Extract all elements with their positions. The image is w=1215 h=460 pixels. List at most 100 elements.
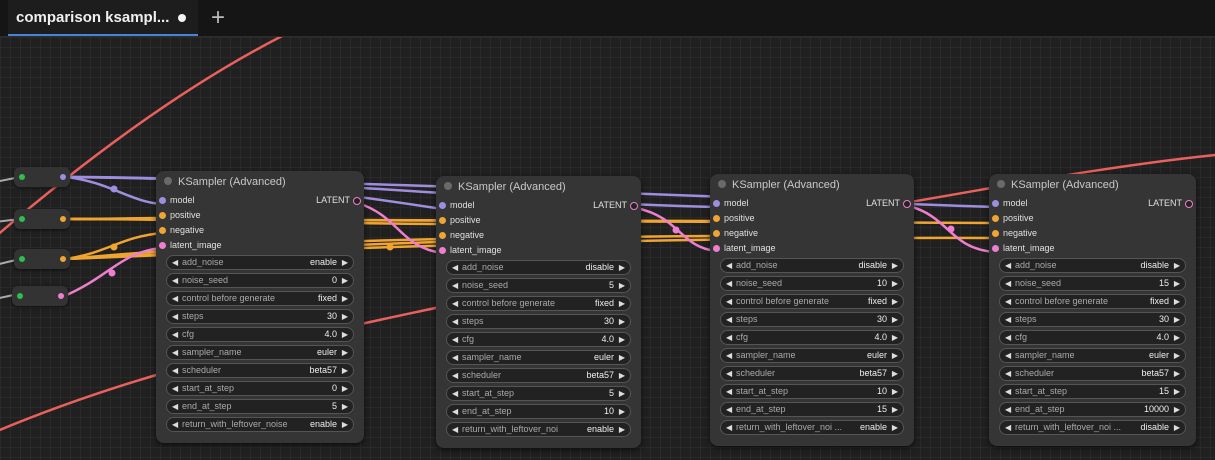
widget-noise-seed[interactable]: ◀ noise_seed 5 ▶ [446,278,631,293]
reroute-output-icon[interactable] [60,256,66,262]
widget-return-with-leftover-noise[interactable]: ◀ return_with_leftover_noise enable ▶ [166,417,354,432]
increment-arrow-icon[interactable]: ▶ [619,405,625,418]
increment-arrow-icon[interactable]: ▶ [619,423,625,436]
widget-start-at-step[interactable]: ◀ start_at_step 0 ▶ [166,381,354,396]
decrement-arrow-icon[interactable]: ◀ [452,315,458,328]
increment-arrow-icon[interactable]: ▶ [1174,313,1180,326]
negative-pin-icon[interactable] [439,232,446,239]
decrement-arrow-icon[interactable]: ◀ [172,256,178,269]
increment-arrow-icon[interactable]: ▶ [1174,403,1180,416]
increment-arrow-icon[interactable]: ▶ [619,261,625,274]
decrement-arrow-icon[interactable]: ◀ [172,400,178,413]
widget-scheduler[interactable]: ◀ scheduler beta57 ▶ [446,368,631,383]
widget-control-before-generate[interactable]: ◀ control before generate fixed ▶ [999,294,1186,309]
widget-control-before-generate[interactable]: ◀ control before generate fixed ▶ [720,294,904,309]
decrement-arrow-icon[interactable]: ◀ [726,313,732,326]
increment-arrow-icon[interactable]: ▶ [342,418,348,431]
latent-output-pin-icon[interactable] [903,200,911,208]
reroute-input-icon[interactable] [17,293,23,299]
collapse-dot-icon[interactable] [718,180,726,188]
increment-arrow-icon[interactable]: ▶ [619,351,625,364]
reroute-latent[interactable] [12,286,68,306]
widget-return-with-leftover-noise[interactable]: ◀ return_with_leftover_noi enable ▶ [446,422,631,437]
input-positive[interactable]: positive [436,213,481,228]
decrement-arrow-icon[interactable]: ◀ [726,367,732,380]
widget-sampler-name[interactable]: ◀ sampler_name euler ▶ [166,345,354,360]
increment-arrow-icon[interactable]: ▶ [892,277,898,290]
increment-arrow-icon[interactable]: ▶ [1174,331,1180,344]
positive-pin-icon[interactable] [713,215,720,222]
latent-pin-icon[interactable] [439,247,446,254]
positive-pin-icon[interactable] [992,215,999,222]
node-title-bar[interactable]: KSampler (Advanced) [989,174,1196,196]
decrement-arrow-icon[interactable]: ◀ [726,385,732,398]
reroute-output-icon[interactable] [60,174,66,180]
increment-arrow-icon[interactable]: ▶ [1174,277,1180,290]
increment-arrow-icon[interactable]: ▶ [892,259,898,272]
increment-arrow-icon[interactable]: ▶ [892,349,898,362]
widget-end-at-step[interactable]: ◀ end_at_step 10000 ▶ [999,402,1186,417]
decrement-arrow-icon[interactable]: ◀ [1005,313,1011,326]
reroute-positive[interactable] [14,209,70,229]
output-latent[interactable]: LATENT [316,193,364,208]
model-pin-icon[interactable] [992,200,999,207]
decrement-arrow-icon[interactable]: ◀ [726,403,732,416]
widget-cfg[interactable]: ◀ cfg 4.0 ▶ [166,327,354,342]
reroute-input-icon[interactable] [19,216,25,222]
decrement-arrow-icon[interactable]: ◀ [1005,295,1011,308]
workflow-tab[interactable]: comparison ksampl... [8,0,198,36]
decrement-arrow-icon[interactable]: ◀ [452,279,458,292]
reroute-input-icon[interactable] [19,174,25,180]
input-model[interactable]: model [436,198,475,213]
widget-scheduler[interactable]: ◀ scheduler beta57 ▶ [720,366,904,381]
increment-arrow-icon[interactable]: ▶ [892,313,898,326]
increment-arrow-icon[interactable]: ▶ [619,333,625,346]
input-latent-image[interactable]: latent_image [989,241,1055,256]
decrement-arrow-icon[interactable]: ◀ [1005,259,1011,272]
widget-noise-seed[interactable]: ◀ noise_seed 15 ▶ [999,276,1186,291]
widget-add-noise[interactable]: ◀ add_noise disable ▶ [999,258,1186,273]
negative-pin-icon[interactable] [713,230,720,237]
reroute-input-icon[interactable] [19,256,25,262]
node-title-bar[interactable]: KSampler (Advanced) [156,171,364,193]
decrement-arrow-icon[interactable]: ◀ [172,346,178,359]
input-model[interactable]: model [710,196,749,211]
decrement-arrow-icon[interactable]: ◀ [726,331,732,344]
reroute-negative[interactable] [14,249,70,269]
ksampler-node-2[interactable]: KSampler (Advanced) model positive negat… [436,176,641,448]
increment-arrow-icon[interactable]: ▶ [892,421,898,434]
increment-arrow-icon[interactable]: ▶ [619,279,625,292]
input-negative[interactable]: negative [989,226,1037,241]
decrement-arrow-icon[interactable]: ◀ [726,277,732,290]
negative-pin-icon[interactable] [159,227,166,234]
widget-start-at-step[interactable]: ◀ start_at_step 5 ▶ [446,386,631,401]
decrement-arrow-icon[interactable]: ◀ [172,310,178,323]
reroute-output-icon[interactable] [60,216,66,222]
increment-arrow-icon[interactable]: ▶ [1174,385,1180,398]
graph-canvas[interactable]: KSampler (Advanced) model positive negat… [0,37,1215,460]
decrement-arrow-icon[interactable]: ◀ [452,387,458,400]
decrement-arrow-icon[interactable]: ◀ [1005,403,1011,416]
increment-arrow-icon[interactable]: ▶ [342,274,348,287]
input-model[interactable]: model [989,196,1028,211]
decrement-arrow-icon[interactable]: ◀ [726,295,732,308]
increment-arrow-icon[interactable]: ▶ [1174,421,1180,434]
increment-arrow-icon[interactable]: ▶ [892,403,898,416]
increment-arrow-icon[interactable]: ▶ [892,367,898,380]
ksampler-node-3[interactable]: KSampler (Advanced) model positive negat… [710,174,914,446]
increment-arrow-icon[interactable]: ▶ [342,256,348,269]
increment-arrow-icon[interactable]: ▶ [892,385,898,398]
decrement-arrow-icon[interactable]: ◀ [172,364,178,377]
decrement-arrow-icon[interactable]: ◀ [452,423,458,436]
collapse-dot-icon[interactable] [444,182,452,190]
increment-arrow-icon[interactable]: ▶ [892,331,898,344]
widget-cfg[interactable]: ◀ cfg 4.0 ▶ [999,330,1186,345]
widget-scheduler[interactable]: ◀ scheduler beta57 ▶ [999,366,1186,381]
decrement-arrow-icon[interactable]: ◀ [1005,331,1011,344]
decrement-arrow-icon[interactable]: ◀ [452,261,458,274]
widget-end-at-step[interactable]: ◀ end_at_step 10 ▶ [446,404,631,419]
increment-arrow-icon[interactable]: ▶ [619,369,625,382]
increment-arrow-icon[interactable]: ▶ [342,292,348,305]
widget-return-with-leftover-noise[interactable]: ◀ return_with_leftover_noi ... enable ▶ [720,420,904,435]
input-latent-image[interactable]: latent_image [710,241,776,256]
